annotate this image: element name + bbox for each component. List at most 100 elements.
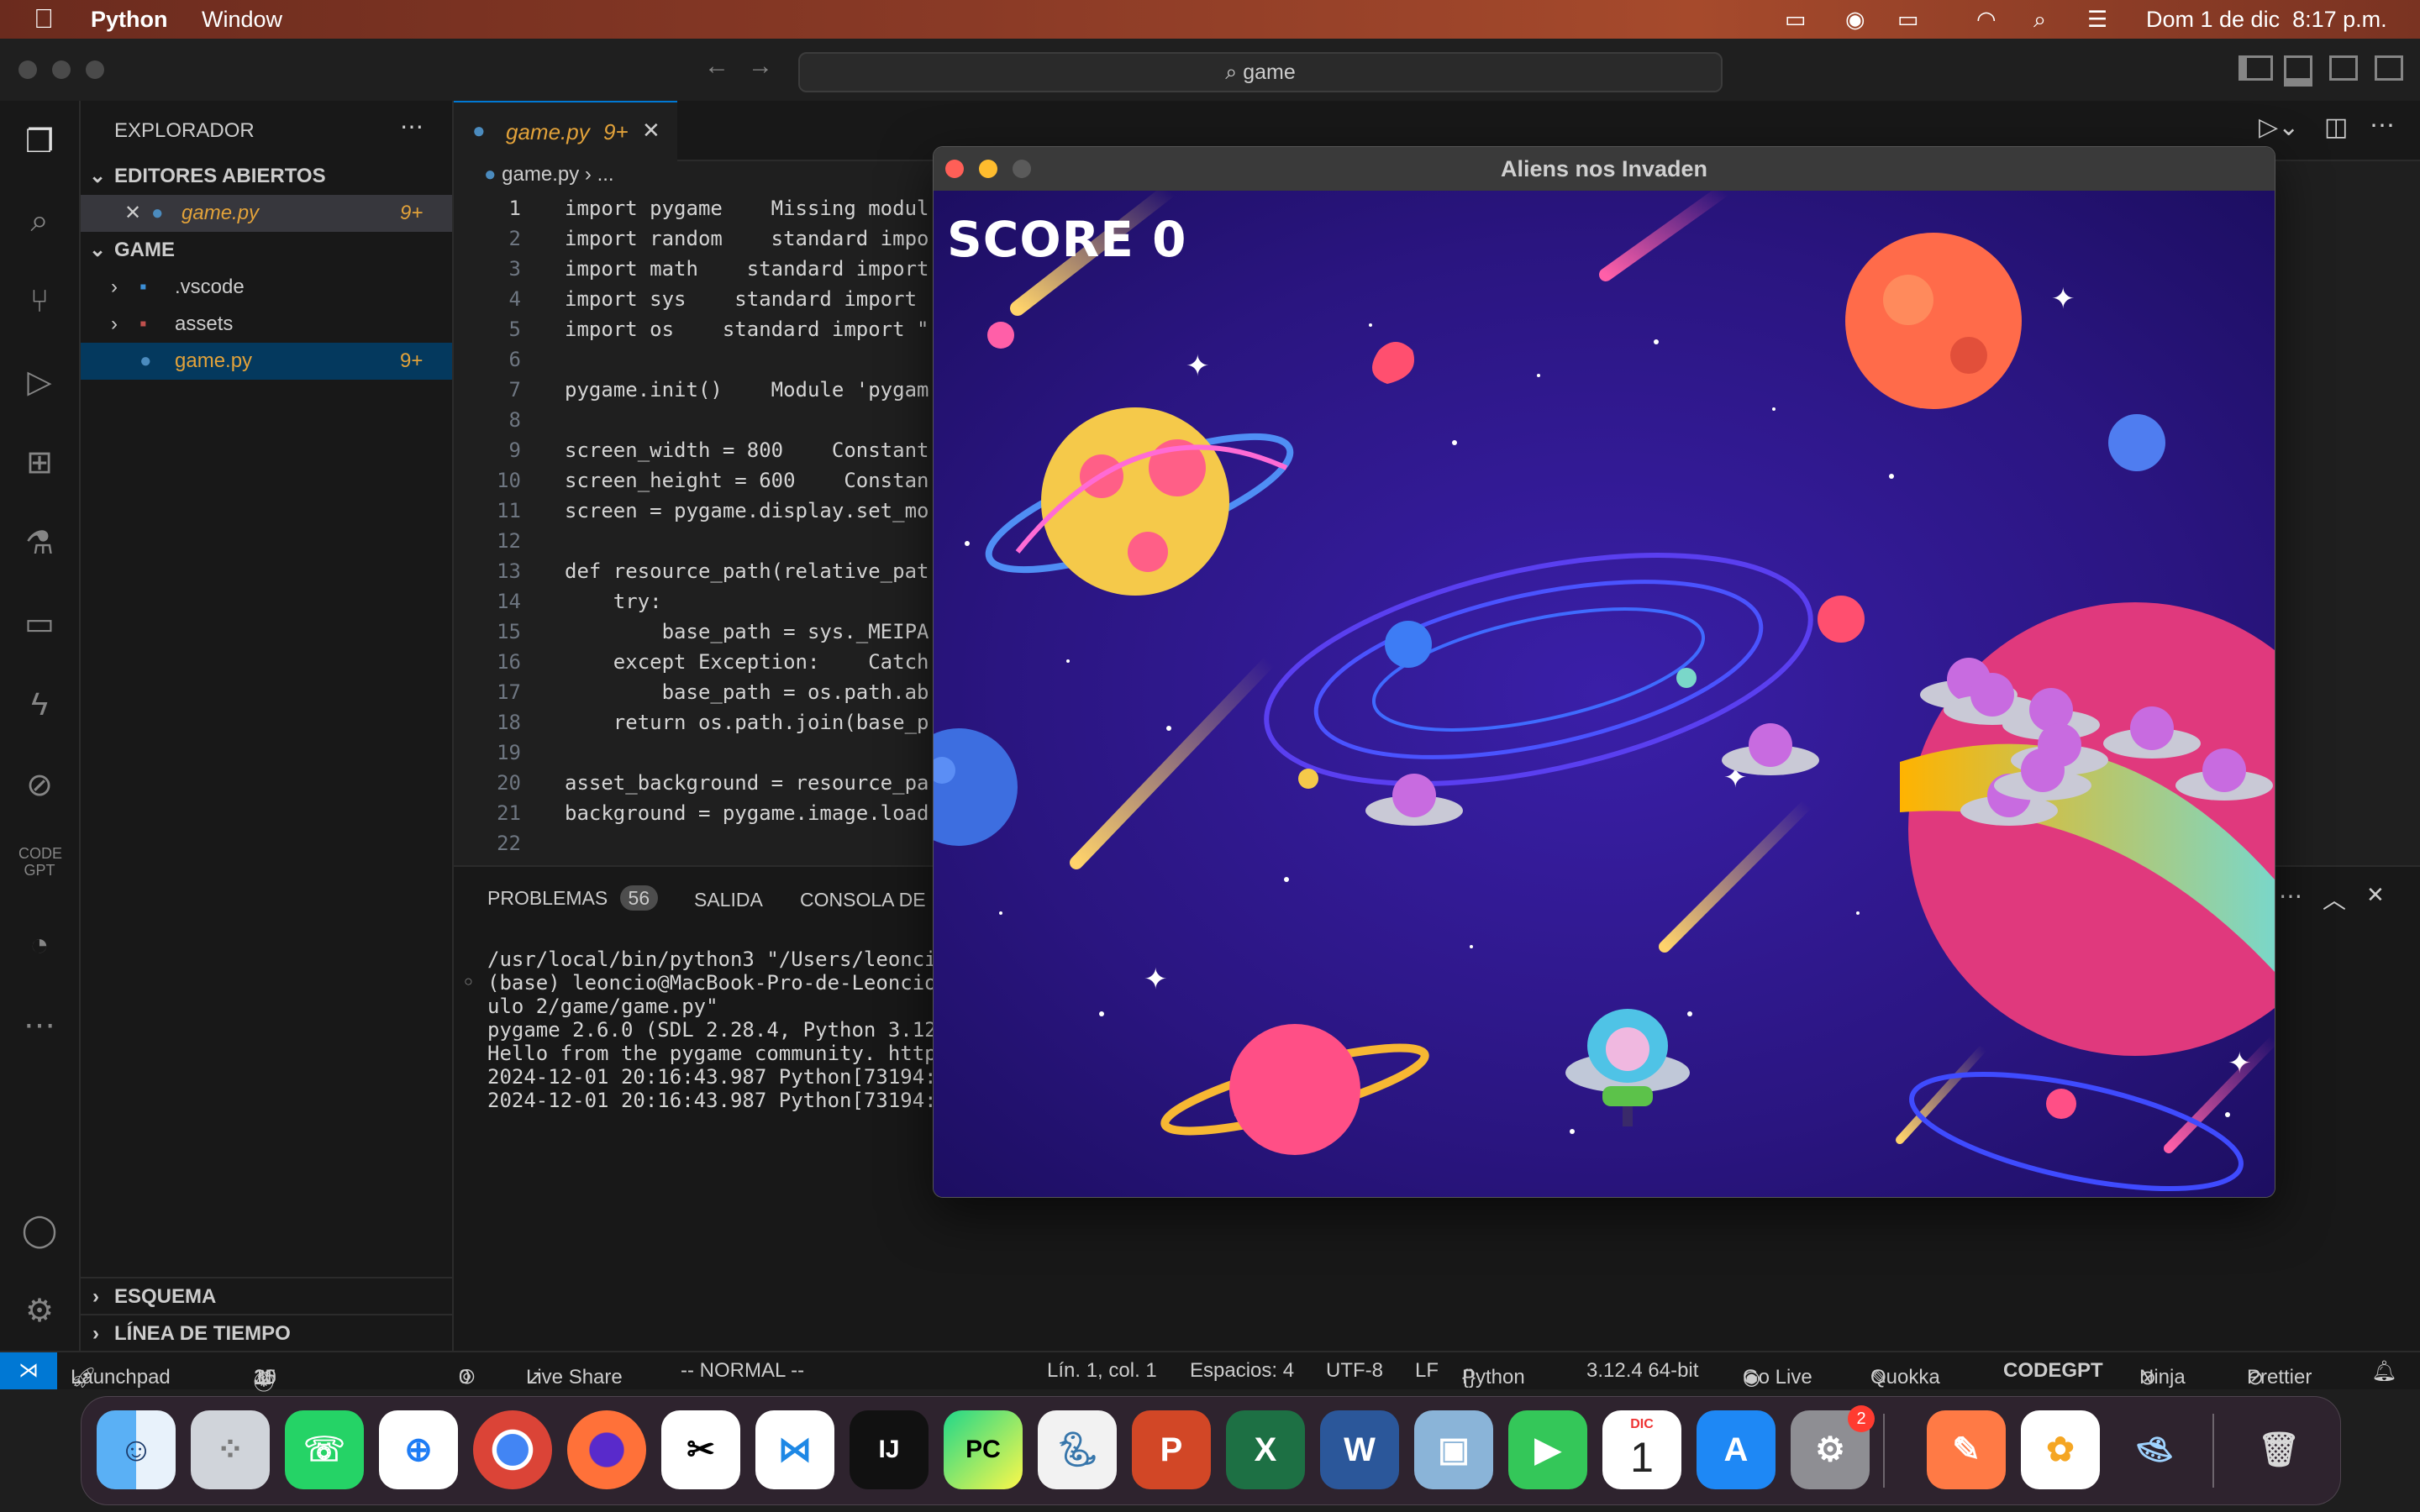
codegpt-icon[interactable]: CODE GPT [18,845,62,887]
extensions-icon[interactable]: ⊞ [18,442,60,484]
explorer-more-icon[interactable]: ⋯ [400,113,424,140]
pen-icon[interactable]: ✎ [1927,1410,2006,1489]
trash-icon[interactable]: 🗑︎ [2239,1410,2318,1489]
forward-arrow-icon[interactable]: → [748,52,773,81]
split-editor-icon[interactable]: ◫ [2324,113,2348,142]
code-line[interactable]: screen_width = 800 Constant [565,438,929,462]
battery-icon[interactable]: ▭ [1897,7,1919,33]
remote-explorer-icon[interactable]: ▭ [18,603,60,645]
minimize-button[interactable] [52,60,71,79]
code-line[interactable]: import pygame Missing modul [565,197,929,220]
close-icon[interactable]: ✕ [124,195,141,232]
code-line[interactable]: try: [565,590,662,613]
git-graph-icon[interactable]: ⊘ [18,764,60,806]
close-button[interactable] [18,60,37,79]
codegpt-item[interactable]: CODEGPT [2003,1359,2103,1383]
testing-icon[interactable]: ⚗ [18,522,60,564]
code-lines[interactable]: 1 import pygame Missing modul 2 import rand… [454,197,933,869]
calendar-icon[interactable]: DIC 1 [1602,1410,1681,1489]
excel-icon[interactable]: X [1226,1410,1305,1489]
python-launcher-icon[interactable]: 🐍︎ [1038,1410,1117,1489]
whatsapp-icon[interactable]: ☏ [285,1410,364,1489]
open-editors-header[interactable]: ⌄ EDITORES ABIERTOS [81,158,452,195]
game-window-titlebar[interactable]: Aliens nos Invaden [934,147,2275,192]
photos-icon[interactable]: ✿ [2021,1410,2100,1489]
tree-item-vscode[interactable]: › ▪ .vscode [81,269,452,306]
back-arrow-icon[interactable]: ← [704,52,729,81]
lightning-icon[interactable]: ϟ [18,684,60,726]
terminal-output[interactable]: /usr/local/bin/python3 "/Users/leoncic (… [487,948,941,1112]
maximize-panel-icon[interactable]: ︿ [2323,882,2346,916]
code-line[interactable]: base_path = os.path.ab [565,680,929,704]
code-line[interactable]: screen_height = 600 Constan [565,469,929,492]
toggle-secondary-sidebar-icon[interactable] [2329,55,2358,81]
launchpad-icon[interactable]: ⁘ [191,1410,270,1489]
line-ending[interactable]: LF [1415,1359,1439,1383]
command-center-search[interactable]: ⌕ game [798,52,1723,92]
tab-output[interactable]: SALIDA [694,889,763,911]
code-line[interactable]: pygame.init() Module 'pygam [565,378,929,402]
editor-more-icon[interactable]: ⋯ [2370,111,2395,140]
open-editor-item[interactable]: ✕ ● game.py 9+ [81,195,452,232]
tree-item-assets[interactable]: › ▪ assets [81,306,452,343]
source-control-icon[interactable]: ⑂ [18,281,60,323]
code-line[interactable]: base_path = sys._MEIPA [565,620,929,643]
outline-header[interactable]: › ESQUEMA [81,1277,452,1315]
zoom-button[interactable] [86,60,104,79]
timeline-header[interactable]: › LÍNEA DE TIEMPO [81,1314,452,1352]
tab-game-py[interactable]: ● game.py 9+ ✕ [454,101,677,163]
control-center-icon[interactable]: ☰ [2087,7,2107,33]
game-zoom-button[interactable] [1013,160,1031,178]
panel-more-icon[interactable]: ⋯ [2279,882,2302,910]
code-line[interactable]: asset_background = resource_pa [565,771,929,795]
code-line[interactable]: screen = pygame.display.set_mo [565,499,929,522]
cursor-position[interactable]: Lín. 1, col. 1 [1047,1359,1157,1383]
chrome-icon[interactable] [473,1410,552,1489]
code-line[interactable]: import sys standard import [565,287,917,311]
ufo-game-icon[interactable]: 🛸︎ [2115,1410,2194,1489]
capcut-icon[interactable]: ✂ [661,1410,740,1489]
remote-indicator[interactable]: ⋊ [0,1352,57,1389]
vscode-icon[interactable]: ⋈ [755,1410,834,1489]
toggle-sidebar-icon[interactable] [2238,55,2273,81]
toggle-panel-icon[interactable] [2284,55,2312,87]
account-icon[interactable]: ◯ [18,1210,60,1252]
code-line[interactable]: import random standard impo [565,227,929,250]
tab-close-icon[interactable]: ✕ [642,118,660,144]
more-icon[interactable]: ⋯ [18,1005,60,1047]
pycharm-icon[interactable]: PC [944,1410,1023,1489]
code-line[interactable]: import os standard import " [565,318,929,341]
chat-icon[interactable]: ◔ [18,924,60,966]
tab-debug-console[interactable]: CONSOLA DE I [800,889,936,911]
intellij-icon[interactable]: IJ [850,1410,929,1489]
game-canvas[interactable]: ✦ ✦ ✦ ✦ ✦ SCORE 0 [934,191,2275,1197]
appstore-icon[interactable]: A [1697,1410,1776,1489]
menu-window[interactable]: Window [202,7,282,33]
code-line[interactable]: return os.path.join(base_p [565,711,929,734]
game-minimize-button[interactable] [979,160,997,178]
tree-item-game-py[interactable]: ● game.py 9+ [81,343,452,380]
python-interpreter[interactable]: 3.12.4 64-bit [1586,1359,1698,1383]
menu-datetime[interactable]: Dom 1 de dic 8:17 p.m. [2146,7,2387,33]
tab-problems[interactable]: PROBLEMAS 56 [487,885,659,911]
folder-header[interactable]: ⌄ GAME [81,232,452,269]
finder-icon[interactable]: ☺ [97,1410,176,1489]
notifications-bell-icon[interactable]: 🔔︎ [2371,1359,2396,1383]
powerpoint-icon[interactable]: P [1132,1410,1211,1489]
indentation[interactable]: Espacios: 4 [1190,1359,1294,1383]
run-debug-icon[interactable]: ▷ [18,361,60,403]
customize-layout-icon[interactable] [2375,55,2403,81]
breadcrumb[interactable]: ● game.py › ... [484,163,614,186]
menu-app-name[interactable]: Python [91,7,168,33]
safari-icon[interactable]: ⊕ [379,1410,458,1489]
explorer-icon[interactable]: ❐ [18,121,60,163]
settings-icon[interactable]: ⚙ 2 [1791,1405,1875,1489]
wifi-icon[interactable]: ◠ [1976,7,1996,33]
code-line[interactable]: import math standard import [565,257,929,281]
spotlight-icon[interactable]: ⌕ [2033,7,2046,34]
search-icon[interactable]: ⌕ [18,200,60,242]
close-panel-icon[interactable]: ✕ [2366,882,2385,908]
code-line[interactable]: background = pygame.image.load [565,801,929,825]
run-python-icon[interactable]: ▷⌄ [2259,113,2299,142]
word-icon[interactable]: W [1320,1410,1399,1489]
